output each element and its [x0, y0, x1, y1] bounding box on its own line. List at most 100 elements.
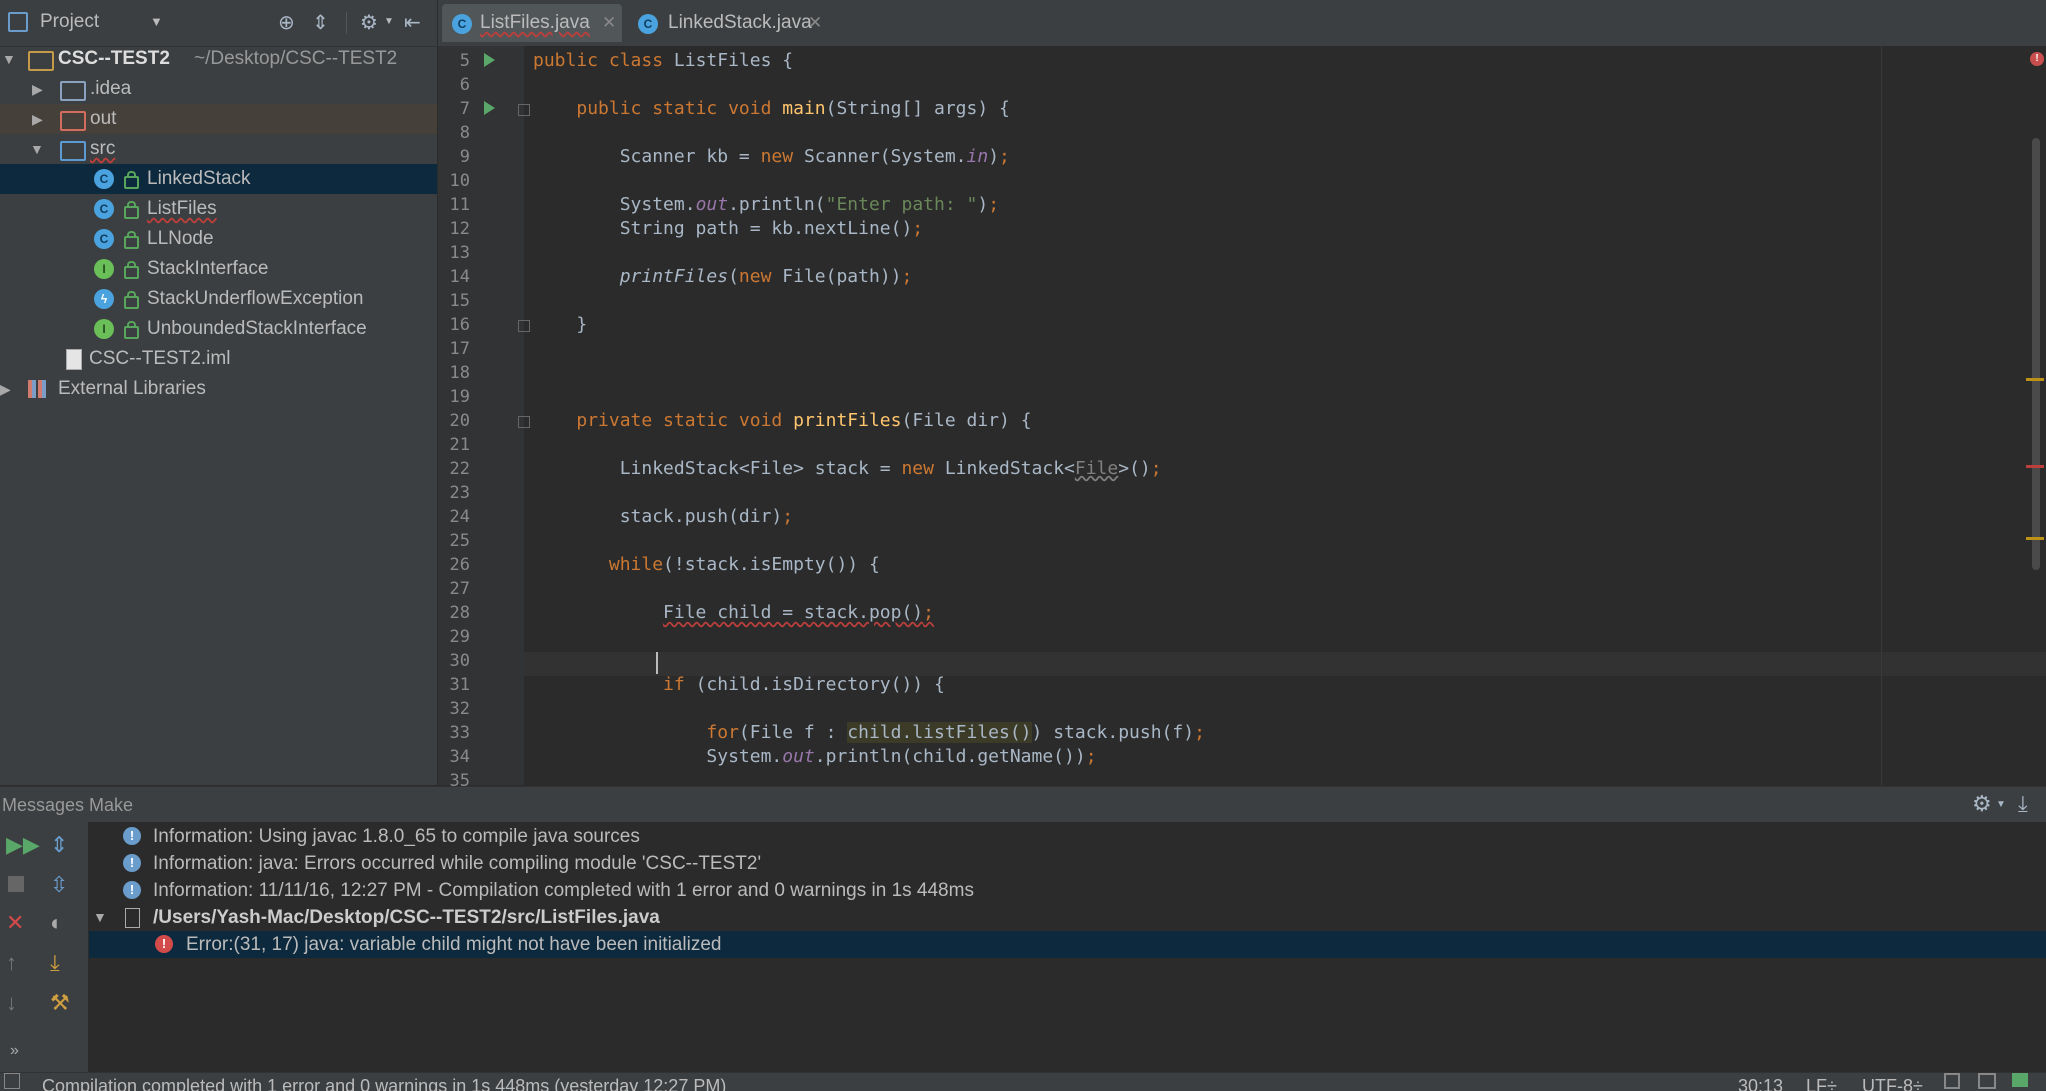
message-file-row[interactable]: ▼ /Users/Yash-Mac/Desktop/CSC--TEST2/src…	[89, 904, 2046, 931]
fold-icon[interactable]	[518, 416, 530, 428]
locate-icon[interactable]: ⊕	[278, 10, 295, 35]
messages-toolbar: ▶▶ ✕ ↑ ↓ ⇕ ⇳ ◐ ⤓ ⚒ »	[0, 822, 89, 1072]
tree-item-label: StackInterface	[147, 258, 269, 279]
line-number: 5	[459, 51, 470, 71]
tree-item-iml[interactable]: CSC--TEST2.iml	[0, 344, 437, 374]
gear-icon[interactable]: ⚙	[1972, 791, 1992, 817]
lock-icon[interactable]	[1944, 1073, 1960, 1089]
code-line-31: if (child.isDirectory()) {	[663, 674, 945, 695]
tree-item-label: CSC--TEST2.iml	[89, 348, 231, 369]
triangle-right-icon[interactable]: ▶	[32, 74, 43, 104]
triangle-down-icon[interactable]: ▼	[2, 44, 16, 74]
code-line-26: while(!stack.isEmpty()) {	[608, 554, 880, 575]
line-separator[interactable]: LF÷	[1806, 1073, 1837, 1091]
root-path: ~/Desktop/CSC--TEST2	[194, 48, 398, 69]
error-indicator-icon[interactable]: !	[2030, 52, 2044, 66]
collapse-all-icon[interactable]: ⇳	[50, 872, 68, 898]
file-icon	[66, 349, 82, 370]
collapse-all-icon[interactable]: ⇕	[312, 10, 329, 35]
messages-header: Messages Make ⚙ ▼ ⤓	[0, 786, 2046, 823]
message-row[interactable]: ! Information: 11/11/16, 12:27 PM - Comp…	[89, 877, 2046, 904]
interface-icon: I	[94, 259, 114, 279]
fold-icon[interactable]	[518, 104, 530, 116]
arrow-down-icon[interactable]: ↓	[6, 990, 17, 1016]
lock-icon	[124, 231, 139, 249]
warning-marker[interactable]	[2026, 537, 2044, 540]
triangle-right-icon[interactable]: ▶	[0, 374, 11, 404]
line-number: 14	[449, 267, 470, 287]
tree-item-label: out	[90, 108, 117, 129]
code-line-7: public static void main(String[] args) {	[576, 98, 1010, 119]
line-number: 34	[449, 747, 470, 767]
source-folder-icon	[60, 141, 86, 161]
line-number: 29	[449, 627, 470, 647]
chevron-down-icon[interactable]: ▼	[150, 14, 163, 29]
filter-warnings-icon[interactable]: ◐	[50, 910, 63, 936]
file-encoding[interactable]: UTF-8÷	[1862, 1073, 1923, 1091]
project-view-icon[interactable]	[8, 12, 28, 32]
run-icon[interactable]	[484, 101, 495, 115]
message-text: Information: java: Errors occurred while…	[153, 853, 762, 874]
inspector-icon[interactable]	[1978, 1073, 1996, 1089]
tree-item-linkedstack[interactable]: C LinkedStack	[0, 164, 437, 194]
message-error-row[interactable]: ! Error:(31, 17) java: variable child mi…	[89, 931, 2046, 958]
code-line-5: public class ListFiles {	[533, 50, 794, 71]
tree-item-stackunderflowexception[interactable]: ϟ StackUnderflowException	[0, 284, 437, 314]
triangle-right-icon[interactable]: ▶	[32, 104, 43, 134]
status-message[interactable]: Compilation completed with 1 error and 0…	[42, 1073, 726, 1091]
tab-listfiles[interactable]: C ListFiles.java ✕	[442, 4, 622, 42]
event-log-icon[interactable]	[2012, 1073, 2028, 1087]
tree-item-src[interactable]: ▼ src	[0, 134, 437, 164]
tree-item-llnode[interactable]: C LLNode	[0, 224, 437, 254]
code-line-9: Scanner kb = new Scanner(System.in);	[533, 146, 1010, 167]
error-marker[interactable]	[2026, 465, 2044, 468]
hide-panel-icon[interactable]: ⇤	[404, 10, 421, 35]
tree-item-root[interactable]: ▼ CSC--TEST2 ~/Desktop/CSC--TEST2	[0, 44, 437, 74]
tree-item-unboundedstackinterface[interactable]: I UnboundedStackInterface	[0, 314, 437, 344]
rerun-icon[interactable]: ▶▶	[6, 832, 40, 858]
line-number: 21	[449, 435, 470, 455]
triangle-down-icon[interactable]: ▼	[30, 134, 44, 164]
tree-item-out[interactable]: ▶ out	[0, 104, 437, 134]
warning-marker[interactable]	[2026, 378, 2044, 381]
chevron-down-icon[interactable]: ▼	[1996, 799, 2006, 810]
close-icon[interactable]: ✕	[6, 910, 24, 936]
status-bar: Compilation completed with 1 error and 0…	[0, 1072, 2046, 1091]
line-number: 20	[449, 411, 470, 431]
message-row[interactable]: ! Information: java: Errors occurred whi…	[89, 850, 2046, 877]
close-icon[interactable]: ✕	[602, 4, 616, 42]
export-icon[interactable]: ⤓	[50, 950, 60, 976]
tree-item-listfiles[interactable]: C ListFiles	[0, 194, 437, 224]
code-line-33: for(File f : child.listFiles()) stack.pu…	[706, 722, 1205, 743]
status-panel-icon[interactable]	[4, 1073, 20, 1089]
error-icon: !	[155, 935, 173, 953]
stop-icon[interactable]	[8, 876, 24, 892]
tree-item-idea[interactable]: ▶ .idea	[0, 74, 437, 104]
hide-panel-icon[interactable]: ⤓	[2018, 791, 2028, 817]
lock-icon	[124, 261, 139, 279]
run-icon[interactable]	[484, 53, 495, 67]
code-line-12: String path = kb.nextLine();	[533, 218, 924, 239]
cursor-position[interactable]: 30:13	[1738, 1073, 1783, 1091]
arrow-up-icon[interactable]: ↑	[6, 950, 17, 976]
line-number: 19	[449, 387, 470, 407]
fold-icon[interactable]	[518, 320, 530, 332]
triangle-down-icon[interactable]: ▼	[93, 904, 107, 931]
project-panel-title[interactable]: Project	[40, 11, 99, 33]
root-name: CSC--TEST2	[58, 48, 170, 69]
line-number: 18	[449, 363, 470, 383]
close-icon[interactable]: ✕	[808, 4, 822, 42]
gear-icon[interactable]: ⚙	[360, 10, 378, 35]
more-icon[interactable]: »	[10, 1042, 19, 1060]
tab-linkedstack[interactable]: C LinkedStack.java ✕	[628, 4, 828, 42]
message-row[interactable]: ! Information: Using javac 1.8.0_65 to c…	[89, 823, 2046, 850]
lock-icon	[124, 201, 139, 219]
tree-item-external-libraries[interactable]: ▶ External Libraries	[0, 374, 437, 404]
editor-scrollbar[interactable]	[2032, 138, 2040, 570]
tree-item-stackinterface[interactable]: I StackInterface	[0, 254, 437, 284]
chevron-down-icon[interactable]: ▼	[384, 16, 394, 27]
expand-all-icon[interactable]: ⇕	[50, 832, 68, 858]
settings-tools-icon[interactable]: ⚒	[50, 990, 70, 1016]
code-line-34: System.out.println(child.getName());	[533, 746, 1097, 767]
line-number: 17	[449, 339, 470, 359]
